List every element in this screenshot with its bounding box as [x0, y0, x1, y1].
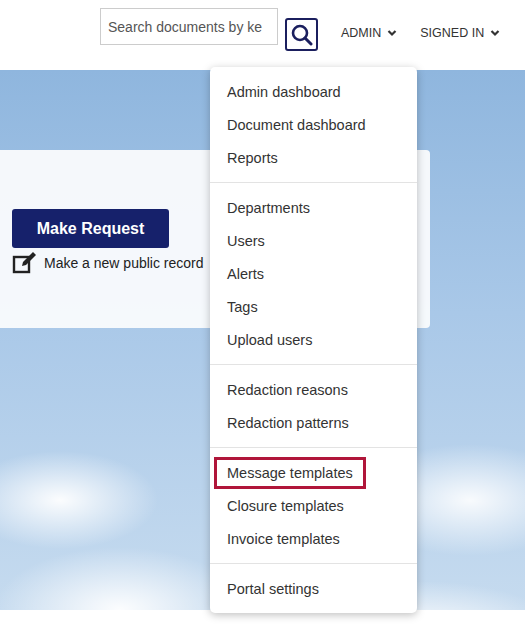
menu-item[interactable]: Portal settings	[210, 572, 417, 605]
menu-item[interactable]: Users	[210, 224, 417, 257]
nav-menu[interactable]: SIGNED IN	[420, 26, 500, 40]
menu-group: DepartmentsUsersAlertsTagsUpload users	[210, 183, 417, 365]
menu-item[interactable]: Departments	[210, 191, 417, 224]
menu-item[interactable]: Upload users	[210, 323, 417, 356]
menu-item[interactable]: Redaction reasons	[210, 373, 417, 406]
menu-item[interactable]: Invoice templates	[210, 522, 417, 555]
footer-strip	[0, 610, 525, 632]
menu-item[interactable]: Message templates	[210, 456, 417, 489]
menu-item[interactable]: Closure templates	[210, 489, 417, 522]
chevron-down-icon	[387, 29, 397, 37]
top-bar: ADMIN SIGNED IN	[0, 0, 525, 70]
menu-item[interactable]: Document dashboard	[210, 108, 417, 141]
menu-group: Admin dashboardDocument dashboardReports	[210, 67, 417, 183]
menu-group: Portal settings	[210, 564, 417, 613]
menu-item[interactable]: Admin dashboard	[210, 75, 417, 108]
search-button[interactable]	[285, 18, 318, 51]
menu-item[interactable]: Tags	[210, 290, 417, 323]
search-input[interactable]	[100, 8, 278, 45]
menu-group: Redaction reasonsRedaction patterns	[210, 365, 417, 448]
admin-dropdown-menu: Admin dashboardDocument dashboardReports…	[210, 67, 417, 613]
nav-menu[interactable]: ADMIN	[341, 26, 397, 40]
magnifier-icon	[291, 24, 313, 46]
make-request-button[interactable]: Make Request	[12, 209, 169, 248]
menu-item[interactable]: Alerts	[210, 257, 417, 290]
menu-item[interactable]: Redaction patterns	[210, 406, 417, 439]
menu-group: Message templatesClosure templatesInvoic…	[210, 448, 417, 564]
chevron-down-icon	[490, 29, 500, 37]
page: ADMIN SIGNED IN Make Request Make a new …	[0, 0, 525, 632]
edit-icon	[12, 251, 38, 275]
menu-item[interactable]: Reports	[210, 141, 417, 174]
